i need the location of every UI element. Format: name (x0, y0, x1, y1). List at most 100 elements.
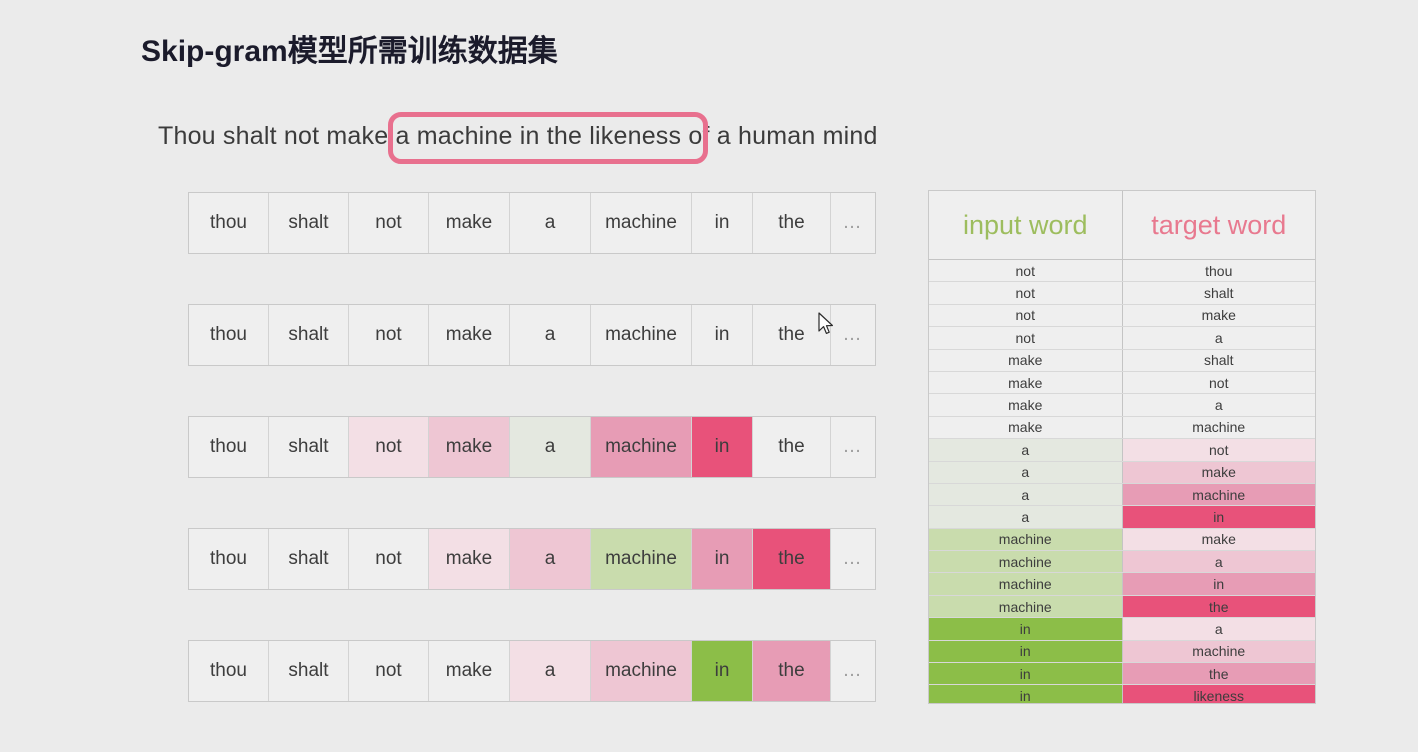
word-cell: shalt (269, 193, 349, 253)
table-row: machine make (929, 528, 1315, 552)
page-title: Skip-gram模型所需训练数据集 (141, 35, 558, 68)
word-cell: shalt (269, 641, 349, 701)
word-cell: machine (591, 417, 692, 477)
table-cell-input-word: not (929, 260, 1123, 282)
word-cell: thou (189, 305, 269, 365)
table-cell-target-word: a (1122, 551, 1315, 573)
table-cell-input-word: machine (929, 595, 1123, 618)
word-strip-row: thou shalt not make a machine in the… (188, 192, 876, 254)
word-cell: not (349, 193, 429, 253)
training-pairs-table: input word target word not thou not shalt no… (928, 190, 1316, 704)
table-row: machine in (929, 573, 1315, 596)
word-cell: in (692, 193, 753, 253)
word-cell: a (510, 417, 591, 477)
table-row: machine a (929, 551, 1315, 574)
word-strip-row: thou shalt not make a machine in the… (188, 528, 876, 590)
table-cell-input-word: make (929, 371, 1123, 394)
word-cell: make (429, 305, 510, 365)
table-cell-input-word: make (929, 394, 1123, 416)
word-cell: in (692, 305, 753, 365)
table-cell-target-word: not (1122, 371, 1315, 394)
table-cell-target-word: a (1122, 394, 1315, 416)
word-cell: not (349, 417, 429, 477)
word-cell: … (831, 305, 875, 365)
table-cell-target-word: machine (1122, 416, 1315, 439)
table-row: machine the (929, 595, 1315, 619)
table-cell-target-word: make (1122, 528, 1315, 551)
table-row: a in (929, 506, 1315, 529)
table-cell-target-word: the (1122, 595, 1315, 618)
table-row: not thou (929, 260, 1315, 283)
word-cell: machine (591, 641, 692, 701)
table-row: make a (929, 394, 1315, 417)
table-cell-target-word: machine (1122, 640, 1315, 663)
table-row: in machine (929, 640, 1315, 664)
table-cell-input-word: make (929, 416, 1123, 439)
sentence-highlight-box (388, 112, 708, 164)
table-cell-target-word: shalt (1122, 282, 1315, 304)
table-row: in likeness (929, 685, 1315, 703)
word-cell: machine (591, 529, 692, 589)
table-cell-input-word: not (929, 327, 1123, 349)
table-row: a not (929, 439, 1315, 462)
table-cell-target-word: a (1122, 327, 1315, 349)
table-row: in the (929, 663, 1315, 686)
table-cell-input-word: in (929, 640, 1123, 663)
table-cell-input-word: a (929, 461, 1123, 483)
word-cell: shalt (269, 417, 349, 477)
word-cell: make (429, 641, 510, 701)
table-cell-input-word: in (929, 618, 1123, 640)
word-cell: make (429, 193, 510, 253)
column-header-input-word: input word (929, 191, 1123, 259)
table-row: not make (929, 304, 1315, 328)
word-cell: machine (591, 193, 692, 253)
table-cell-target-word: in (1122, 573, 1315, 595)
table-cell-target-word: machine (1122, 483, 1315, 506)
column-header-target-word: target word (1151, 209, 1287, 240)
table-cell-input-word: a (929, 483, 1123, 506)
table-row: not a (929, 327, 1315, 350)
word-cell: make (429, 529, 510, 589)
table-cell-target-word: the (1122, 663, 1315, 685)
word-cell: the (753, 529, 831, 589)
table-row: make machine (929, 416, 1315, 440)
table-cell-input-word: make (929, 349, 1123, 371)
word-cell: … (831, 193, 875, 253)
word-cell: shalt (269, 305, 349, 365)
word-cell: thou (189, 417, 269, 477)
word-cell: thou (189, 193, 269, 253)
word-strip-list: thou shalt not make a machine in the… thou shalt n… (188, 192, 876, 752)
word-cell: the (753, 417, 831, 477)
table-cell-input-word: machine (929, 551, 1123, 573)
table-row: a machine (929, 483, 1315, 507)
table-cell-input-word: a (929, 439, 1123, 461)
word-strip-row: thou shalt not make a machine in the… (188, 304, 876, 366)
word-cell: a (510, 305, 591, 365)
sentence-suffix: of a human mind (688, 122, 878, 150)
word-strip-row: thou shalt not make a machine in the… (188, 416, 876, 478)
word-cell: … (831, 529, 875, 589)
word-cell: a (510, 641, 591, 701)
table-cell-target-word: likeness (1122, 685, 1315, 703)
word-cell: … (831, 417, 875, 477)
sentence-prefix: Thou shalt not make (158, 122, 389, 150)
table-cell-input-word: not (929, 304, 1123, 327)
word-cell: thou (189, 641, 269, 701)
word-cell: the (753, 193, 831, 253)
table-cell-input-word: in (929, 663, 1123, 685)
table-cell-target-word: in (1122, 506, 1315, 528)
table-row: not shalt (929, 282, 1315, 305)
table-cell-target-word: shalt (1122, 349, 1315, 371)
word-cell: … (831, 641, 875, 701)
word-cell: make (429, 417, 510, 477)
table-cell-target-word: make (1122, 461, 1315, 483)
word-cell: machine (591, 305, 692, 365)
table-row: make shalt (929, 349, 1315, 372)
table-cell-target-word: thou (1122, 260, 1315, 282)
word-cell: shalt (269, 529, 349, 589)
table-cell-input-word: machine (929, 573, 1123, 595)
table-row: make not (929, 371, 1315, 395)
table-cell-input-word: in (929, 685, 1123, 703)
table-cell-target-word: not (1122, 439, 1315, 461)
word-cell: a (510, 193, 591, 253)
